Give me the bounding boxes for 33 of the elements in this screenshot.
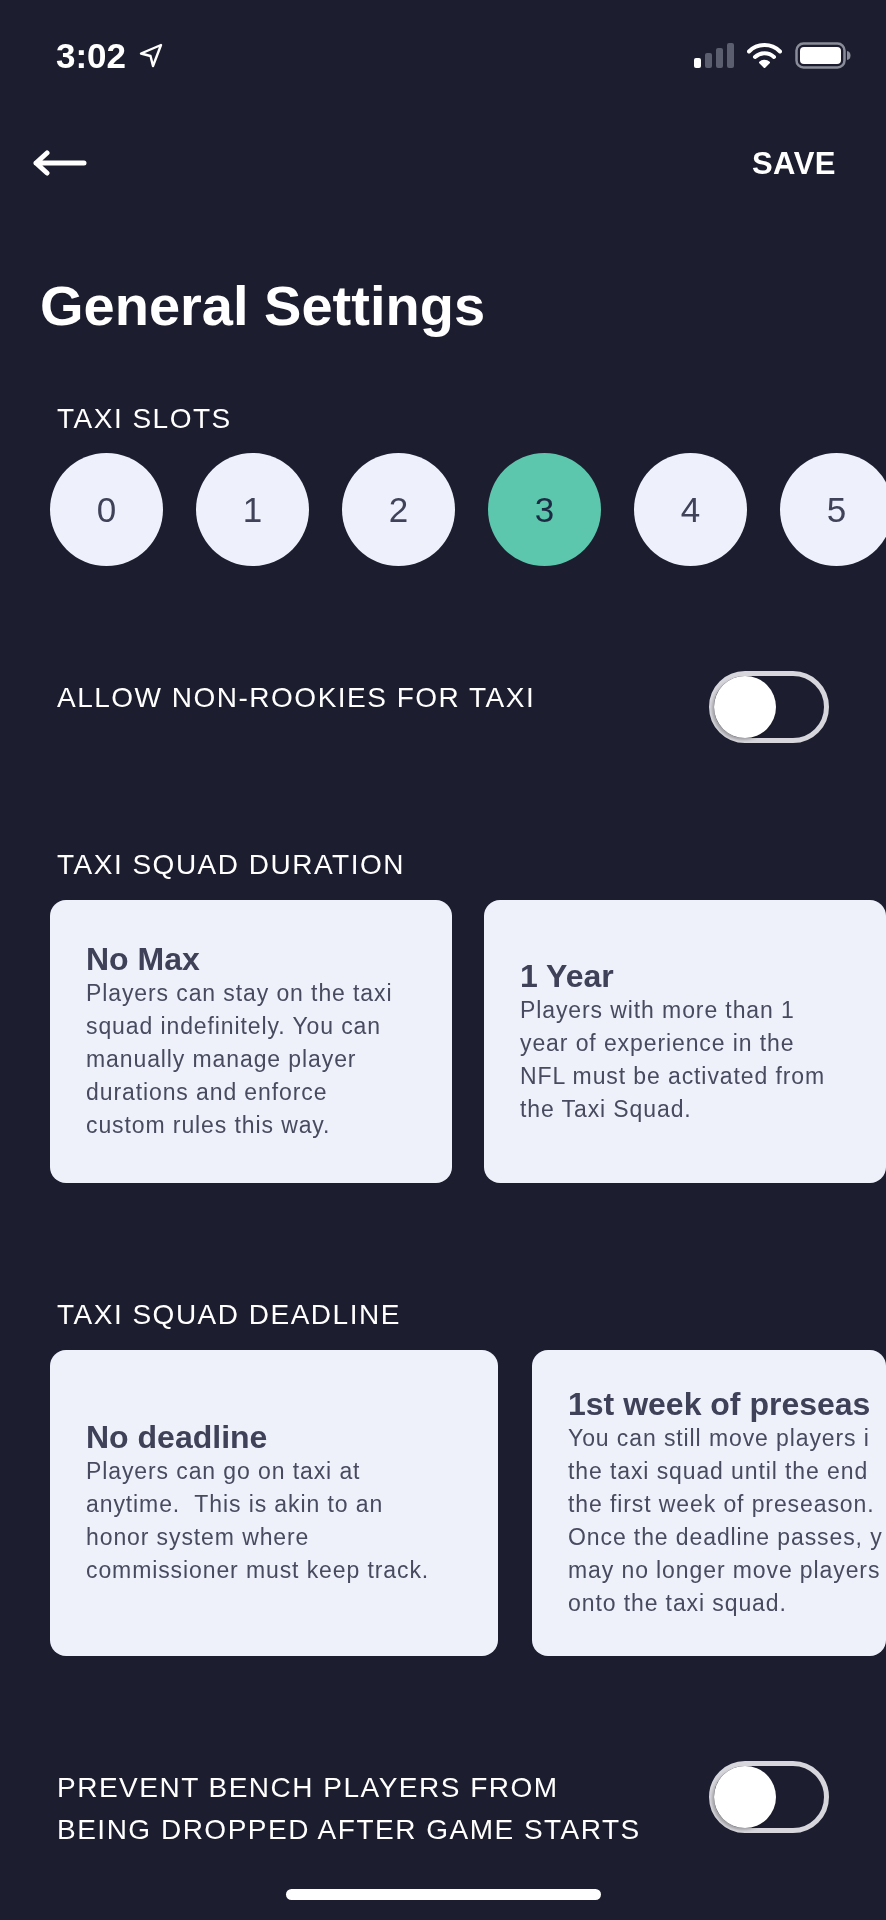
back-button[interactable] xyxy=(31,150,87,176)
status-time: 3:02 xyxy=(56,37,127,73)
section-label: TAXI SQUAD DURATION xyxy=(57,851,405,879)
wifi-icon xyxy=(747,42,782,68)
setting-label: PREVENT BENCH PLAYERS FROM BEING DROPPED AFTER GAME STARTS xyxy=(57,1771,641,1847)
setting-label: ALLOW NON-ROOKIES FOR TAXI xyxy=(57,684,536,712)
option-title: 1 Year xyxy=(520,957,614,994)
option-title: 1st week of preseas xyxy=(568,1386,871,1422)
slot-option[interactable]: 0 xyxy=(50,453,163,566)
option-title: No Max xyxy=(86,941,200,977)
option-card[interactable]: 1st week of preseas You can still move players i the taxi squad until the end the first week of preseason. Once the deadline passes, y may no longer move players onto the taxi squad. xyxy=(532,1350,886,1656)
option-card[interactable]: No deadline Players can go on taxi at anytime. This is akin to an honor system where commissioner must keep track. xyxy=(50,1350,498,1656)
slot-option[interactable]: 4 xyxy=(634,453,747,566)
slot-option[interactable]: 3 xyxy=(488,453,601,566)
toggle-switch[interactable] xyxy=(709,671,829,743)
arrow-left-icon xyxy=(31,150,87,176)
save-button[interactable]: SAVE xyxy=(751,147,836,179)
option-description: Players with more than 1 year of experience in the NFL must be activated from the Taxi Squad. xyxy=(520,995,826,1124)
option-description: You can still move players i the taxi squad until the end the first week of preseason. Once the deadline passes, y may no longer move players onto the taxi squad. xyxy=(568,1424,883,1618)
slot-option[interactable]: 1 xyxy=(196,453,309,566)
toggle-switch[interactable] xyxy=(709,1761,829,1833)
option-card[interactable]: 1 Year Players with more than 1 year of experience in the NFL must be activated from the Taxi Squad. xyxy=(484,900,886,1183)
option-card[interactable]: No Max Players can stay on the taxi squad indefinitely. You can manually manage player durations and enforce custom rules this way. xyxy=(50,900,452,1183)
option-title: No deadline xyxy=(86,1419,268,1455)
location-arrow-icon xyxy=(139,42,164,68)
signal-icon xyxy=(694,42,734,68)
section-label: TAXI SQUAD DEADLINE xyxy=(57,1301,401,1329)
option-description: Players can go on taxi at anytime. This is akin to an honor system where commissioner must keep track. xyxy=(86,1457,430,1585)
option-description: Players can stay on the taxi squad indefinitely. You can manually manage player durations and enforce custom rules this way. xyxy=(86,979,393,1140)
battery-icon xyxy=(795,41,851,69)
slot-option[interactable]: 2 xyxy=(342,453,455,566)
slot-option[interactable]: 5 xyxy=(780,453,886,566)
section-label: TAXI SLOTS xyxy=(57,405,232,433)
